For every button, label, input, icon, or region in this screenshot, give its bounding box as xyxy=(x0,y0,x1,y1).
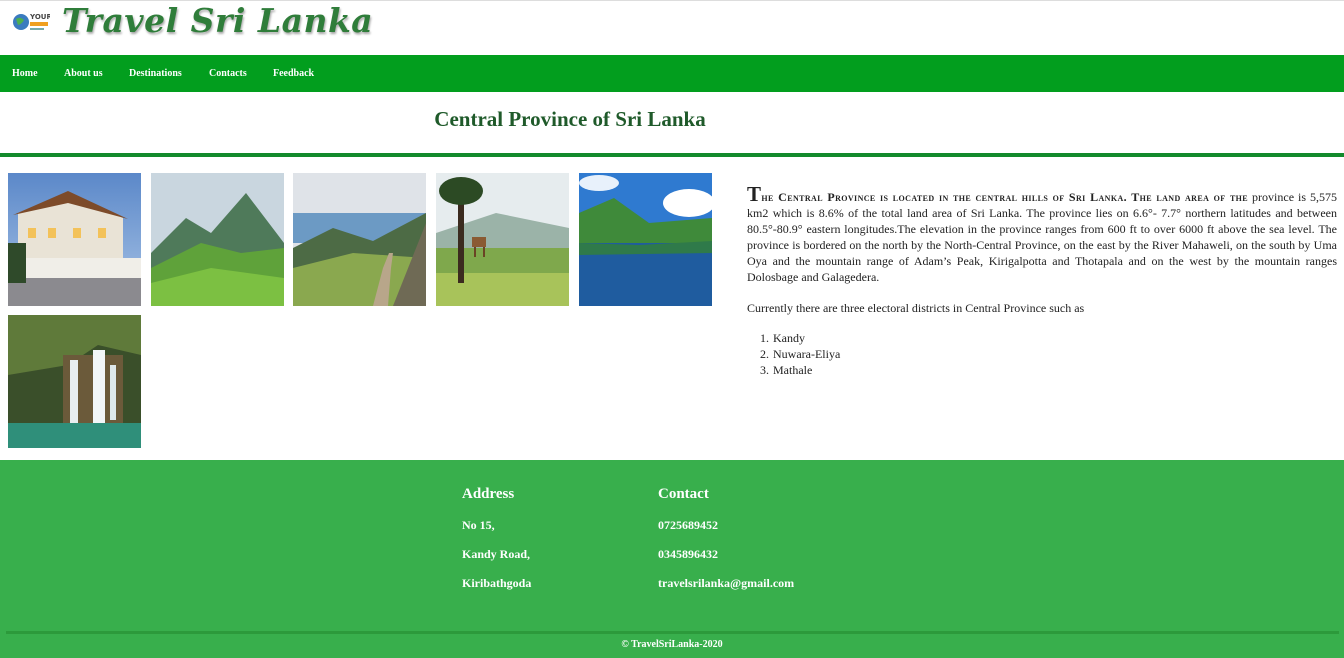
site-footer: Address No 15, Kandy Road, Kiribathgoda … xyxy=(0,460,1344,658)
list-number: 1. xyxy=(760,331,769,345)
gallery-image-deer-grassland[interactable] xyxy=(436,173,569,306)
address-line: No 15, xyxy=(462,518,495,532)
nav-about-us[interactable]: About us xyxy=(64,68,103,79)
list-number: 3. xyxy=(760,363,769,377)
district-name: Kandy xyxy=(773,331,805,345)
nav-destinations[interactable]: Destinations xyxy=(129,68,182,79)
intro-lead-text: he Central Province is located in the ce… xyxy=(761,190,1249,204)
contact-email[interactable]: travelsrilanka@gmail.com xyxy=(658,576,794,591)
gallery-image-waterfall[interactable] xyxy=(8,315,141,448)
list-item: 1. Kandy xyxy=(760,330,840,346)
district-list: 1. Kandy 2. Nuwara-Eliya 3. Mathale xyxy=(760,330,841,378)
contact-phone: 0725689452 xyxy=(658,518,718,532)
list-item: 2. Nuwara-Eliya xyxy=(760,346,841,362)
intro-body: province is 5,575 km2 which is 8.6% of t… xyxy=(747,190,1337,284)
gallery-image-mountain-trail[interactable] xyxy=(293,173,426,306)
contact-phone: 0345896432 xyxy=(658,547,718,561)
gallery-image-temple[interactable] xyxy=(8,173,141,306)
title-divider xyxy=(0,153,1344,157)
district-name: Nuwara-Eliya xyxy=(773,347,841,361)
address-heading: Address xyxy=(462,486,515,502)
nav-feedback[interactable]: Feedback xyxy=(273,68,314,79)
copyright-text: © TravelSriLanka-2020 xyxy=(621,639,723,650)
site-header: YOUR Travel Sri Lanka xyxy=(0,0,1344,55)
dropcap: T xyxy=(747,182,762,206)
nav-home[interactable]: Home xyxy=(12,68,38,79)
gallery-image-mountain-lake[interactable] xyxy=(579,173,712,306)
footer-divider xyxy=(6,631,1339,634)
province-description: The Central Province is located in the c… xyxy=(747,184,1337,285)
contact-heading: Contact xyxy=(658,486,709,502)
address-line: Kiribathgoda xyxy=(462,576,532,590)
district-name: Mathale xyxy=(773,363,813,377)
list-number: 2. xyxy=(760,347,769,361)
intro-lead: The Central Province is located in the c… xyxy=(747,184,1249,205)
page-title: Central Province of Sri Lanka xyxy=(434,107,706,131)
gallery-image-tea-mountains[interactable] xyxy=(151,173,284,306)
svg-text:YOUR: YOUR xyxy=(29,13,50,21)
globe-logo-icon[interactable]: YOUR xyxy=(12,9,50,35)
main-navbar: Home About us Destinations Contacts Feed… xyxy=(0,55,1344,92)
nav-contacts[interactable]: Contacts xyxy=(209,68,247,79)
districts-intro: Currently there are three electoral dist… xyxy=(747,301,1085,315)
site-brand[interactable]: Travel Sri Lanka xyxy=(62,1,373,40)
list-item: 3. Mathale xyxy=(760,362,840,378)
address-line: Kandy Road, xyxy=(462,547,531,561)
